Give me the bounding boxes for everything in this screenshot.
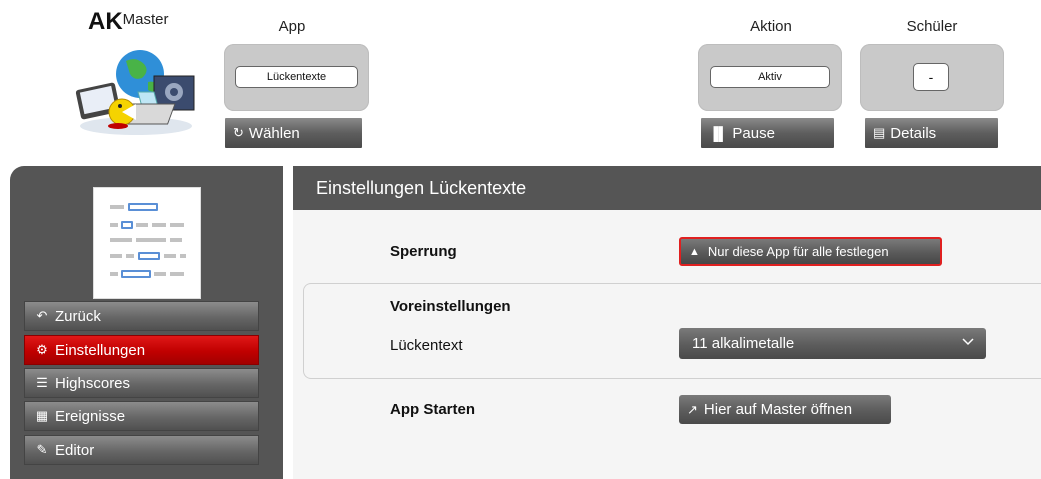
brand-logo: AKMaster [88, 8, 169, 35]
lock-icon: ▲ [689, 245, 700, 258]
list-icon: ▤ [873, 125, 886, 140]
student-value-display: - [913, 63, 949, 91]
sidebar-item-label: Editor [55, 441, 95, 459]
edit-icon: ✎ [36, 442, 48, 457]
page-title: Einstellungen Lückentexte [293, 166, 1041, 210]
sidebar-item-back[interactable]: ↶ Zurück [24, 301, 259, 331]
app-column-label: App [278, 18, 306, 35]
presets-heading: Voreinstellungen [390, 298, 511, 315]
app-thumbnail [93, 187, 201, 299]
sidebar-item-label: Highscores [55, 374, 131, 392]
details-label: Details [890, 124, 937, 142]
brand-ak: AK [88, 8, 123, 35]
sidebar-item-label: Ereignisse [55, 407, 126, 425]
sidebar-item-settings[interactable]: ⚙ Einstellungen [24, 335, 259, 365]
lock-app-button[interactable]: ▲ Nur diese App für alle festlegen [679, 237, 942, 266]
lock-app-label: Nur diese App für alle festlegen [707, 244, 889, 259]
pause-button[interactable]: ▐▌ Pause [701, 118, 834, 148]
student-panel: - [860, 44, 1004, 111]
brand-master: Master [122, 11, 169, 28]
chevron-down-icon [962, 338, 974, 346]
external-link-icon: ↗ [687, 401, 698, 417]
choose-app-button[interactable]: ↻ Wählen [225, 118, 362, 148]
sidebar-item-label: Zurück [55, 307, 101, 325]
back-arrow-icon: ↶ [36, 308, 48, 323]
start-app-label: App Starten [390, 401, 476, 418]
action-panel: Aktiv [698, 44, 842, 111]
calendar-icon: ▦ [35, 408, 49, 423]
akmaster-logo-icon [75, 50, 195, 135]
action-column-label: Aktion [750, 18, 792, 35]
pause-icon: ▐▌ [709, 125, 728, 141]
app-panel: Lückentexte [224, 44, 369, 111]
gap-text-select[interactable]: 11 alkalimetalle [679, 328, 986, 359]
refresh-icon: ↻ [233, 125, 244, 140]
current-app-display: Lückentexte [235, 66, 358, 88]
action-status-display: Aktiv [710, 66, 830, 88]
sidebar-item-label: Einstellungen [55, 341, 146, 359]
lock-label: Sperrung [390, 243, 457, 260]
open-on-master-label: Hier auf Master öffnen [703, 401, 853, 418]
student-column-label: Schüler [906, 18, 958, 35]
gap-text-label: Lückentext [390, 337, 463, 354]
details-button[interactable]: ▤ Details [865, 118, 998, 148]
choose-app-label: Wählen [248, 124, 300, 142]
sidebar-item-editor[interactable]: ✎ Editor [24, 435, 259, 465]
sidebar-item-highscores[interactable]: ☰ Highscores [24, 368, 259, 398]
gear-icon: ⚙ [36, 342, 48, 357]
open-on-master-button[interactable]: ↗ Hier auf Master öffnen [679, 395, 891, 424]
gap-text-selected: 11 alkalimetalle [692, 335, 795, 352]
list-icon: ☰ [36, 375, 48, 390]
pause-label: Pause [732, 124, 775, 142]
sidebar-item-events[interactable]: ▦ Ereignisse [24, 401, 259, 431]
